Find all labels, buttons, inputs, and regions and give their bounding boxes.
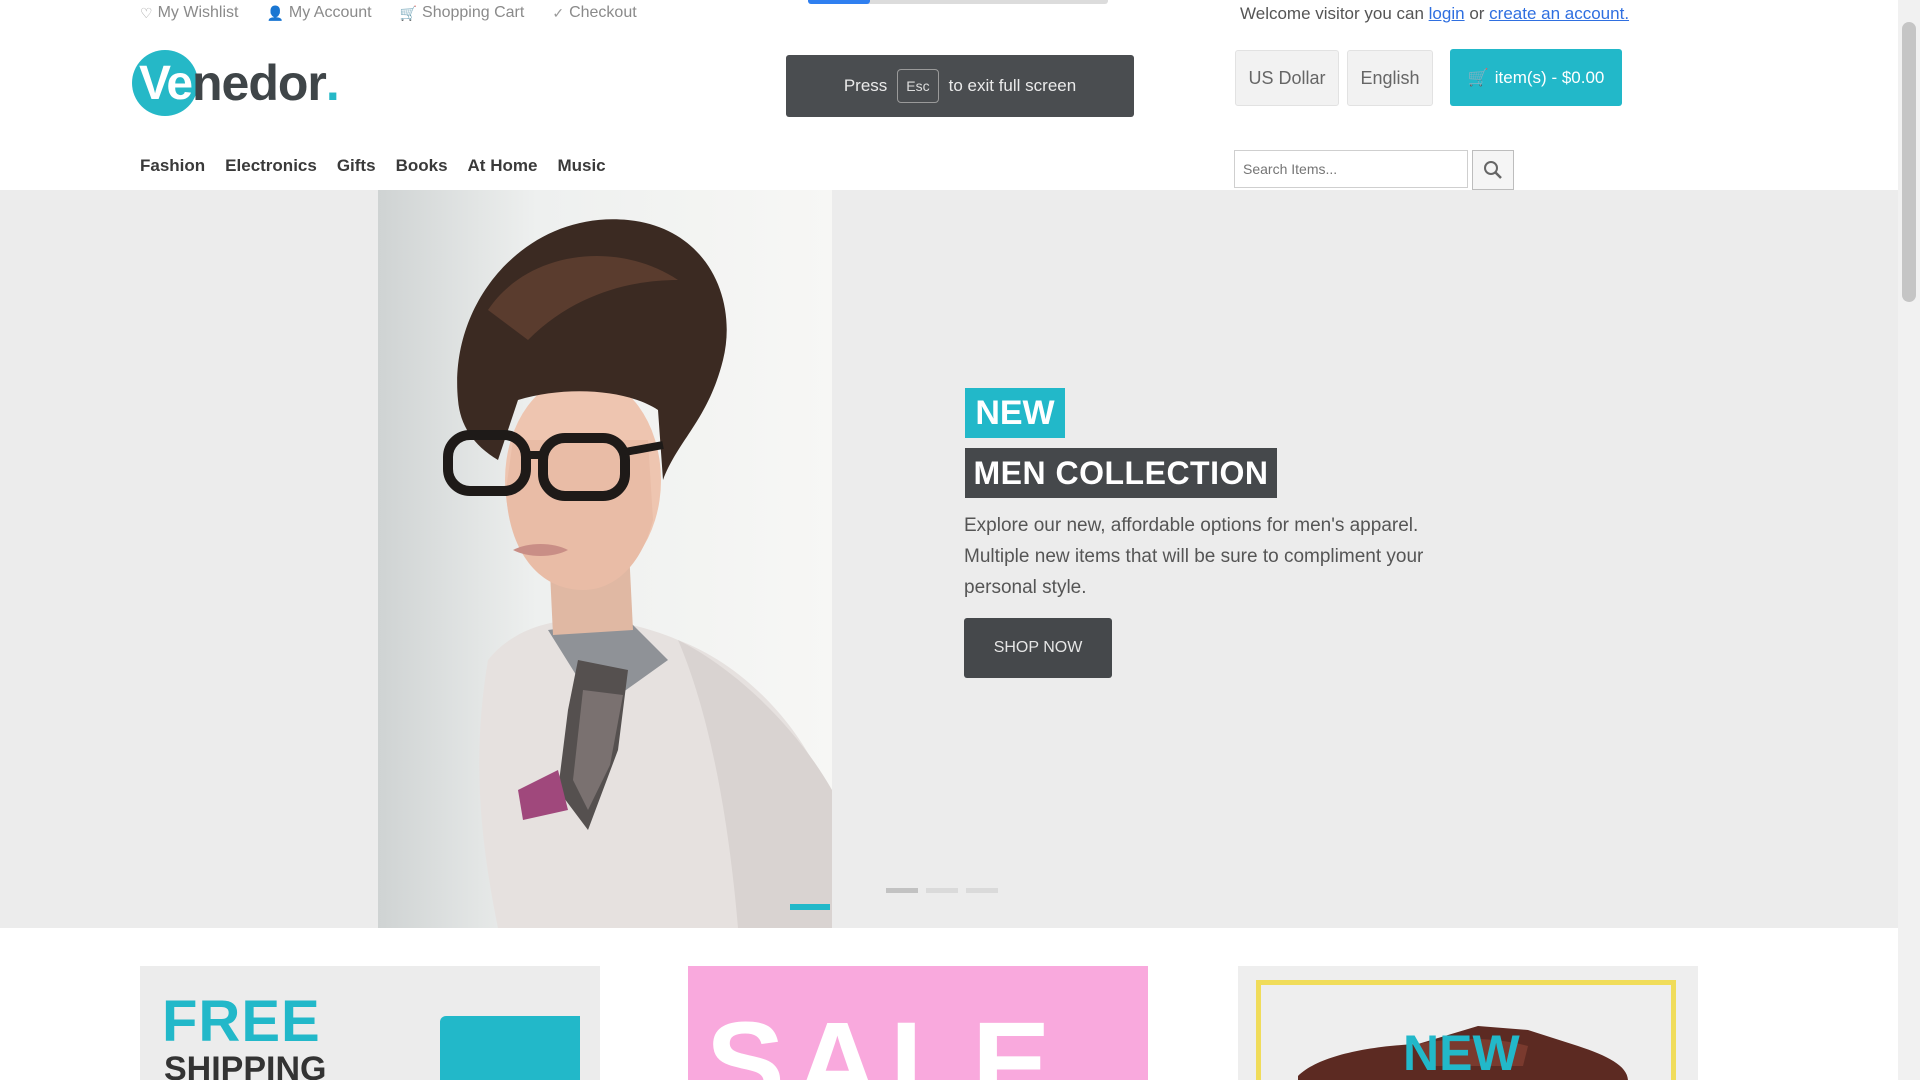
sale-banner[interactable]: SALE xyxy=(688,966,1148,1080)
fullscreen-progress xyxy=(808,0,1108,4)
create-account-link[interactable]: create an account. xyxy=(1489,4,1629,23)
banner-new-text: NEW xyxy=(1403,1025,1520,1080)
scrollbar-thumb[interactable] xyxy=(1902,22,1916,302)
banner-free-text: FREE xyxy=(162,989,321,1054)
slider-pagination xyxy=(886,888,998,893)
truck-icon xyxy=(440,1016,580,1080)
shopping-cart-label: Shopping Cart xyxy=(422,4,525,21)
search-icon xyxy=(1484,161,1502,179)
logo-mark: Ve xyxy=(132,50,198,116)
welcome-message: Welcome visitor you can login or create … xyxy=(1240,4,1629,24)
heart-icon: ♡ xyxy=(140,4,153,21)
cart-icon: 🛒 xyxy=(399,4,418,21)
shop-now-button[interactable]: SHOP NOW xyxy=(964,618,1112,678)
slider-dot-2[interactable] xyxy=(926,888,958,893)
fullscreen-notice: Press Esc to exit full screen xyxy=(786,55,1134,117)
cart-button[interactable]: 🛒 item(s) - $0.00 xyxy=(1450,49,1622,106)
currency-selector[interactable]: US Dollar xyxy=(1235,50,1339,106)
free-shipping-banner[interactable]: FREE SHIPPING xyxy=(140,966,600,1080)
fullscreen-suffix: to exit full screen xyxy=(948,76,1077,95)
wishlist-link[interactable]: ♡ My Wishlist xyxy=(140,4,238,22)
nav-item-fashion[interactable]: Fashion xyxy=(140,156,205,176)
top-links: ♡ My Wishlist 👤 My Account 🛒 Shopping Ca… xyxy=(140,4,637,22)
hero-slider xyxy=(0,190,1898,928)
wishlist-label: My Wishlist xyxy=(157,4,239,21)
shopping-cart-link[interactable]: 🛒 Shopping Cart xyxy=(400,4,525,22)
checkout-link[interactable]: ✓ Checkout xyxy=(552,4,636,22)
main-nav: Fashion Electronics Gifts Books At Home … xyxy=(140,156,606,176)
welcome-or: or xyxy=(1469,4,1485,23)
site-logo[interactable]: Ve nedor . xyxy=(132,48,340,118)
esc-key: Esc xyxy=(897,69,939,103)
nav-item-gifts[interactable]: Gifts xyxy=(337,156,376,176)
login-link[interactable]: login xyxy=(1429,4,1465,23)
hero-description: Explore our new, affordable options for … xyxy=(964,515,1424,598)
check-icon: ✓ xyxy=(552,4,565,21)
user-icon: 👤 xyxy=(266,4,284,21)
hero-title: MEN COLLECTION xyxy=(965,448,1277,498)
fullscreen-press: Press xyxy=(843,76,888,95)
welcome-prefix: Welcome visitor you can xyxy=(1240,4,1424,23)
cart-summary: item(s) - $0.00 xyxy=(1494,67,1605,87)
language-selector[interactable]: English xyxy=(1347,50,1433,106)
fullscreen-progress-fill xyxy=(808,0,870,4)
hero-model-illustration xyxy=(443,219,832,928)
new-shoes-banner[interactable]: NEW xyxy=(1238,966,1698,1080)
banner-shipping-text: SHIPPING xyxy=(164,1050,327,1080)
nav-item-at-home[interactable]: At Home xyxy=(468,156,538,176)
nav-item-music[interactable]: Music xyxy=(557,156,605,176)
logo-dot: . xyxy=(325,55,340,111)
account-link[interactable]: 👤 My Account xyxy=(266,4,371,22)
slider-progress-bar xyxy=(790,904,830,910)
cart-icon: 🛒 xyxy=(1467,67,1489,87)
account-label: My Account xyxy=(288,4,372,21)
search-input[interactable] xyxy=(1234,150,1468,188)
hero-model-image xyxy=(378,190,832,928)
checkout-label: Checkout xyxy=(569,4,637,21)
nav-item-electronics[interactable]: Electronics xyxy=(225,156,317,176)
logo-text: nedor xyxy=(192,55,327,111)
search-button[interactable] xyxy=(1472,150,1514,190)
slider-dot-3[interactable] xyxy=(966,888,998,893)
nav-item-books[interactable]: Books xyxy=(396,156,448,176)
hero-badge-new: NEW xyxy=(965,388,1065,438)
slider-dot-1[interactable] xyxy=(886,888,918,893)
banner-sale-text: SALE xyxy=(706,998,1061,1080)
